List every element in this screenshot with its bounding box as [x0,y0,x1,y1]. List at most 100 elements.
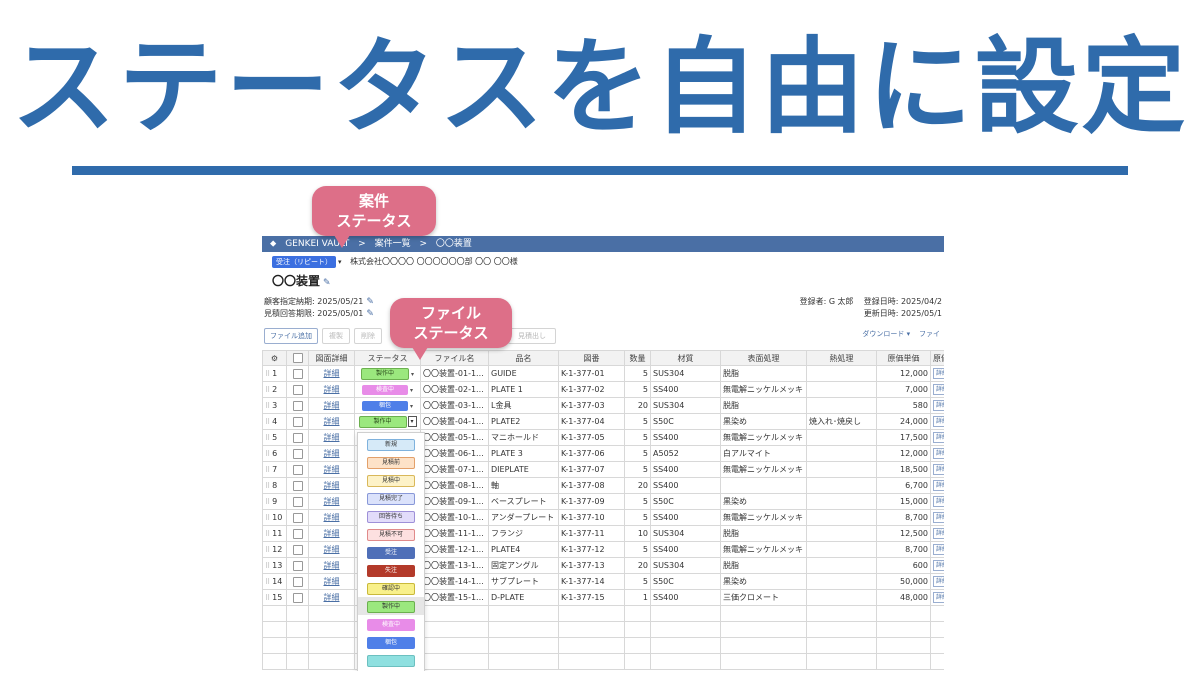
status-option[interactable]: 見積完了 [358,489,424,507]
row-checkbox[interactable] [286,365,309,382]
cost-detail-button[interactable]: 詳細 [933,560,944,571]
delete-button[interactable]: 削除 [354,328,382,344]
detail-link-text[interactable]: 詳細 [324,433,340,442]
row-number[interactable]: ⠿ 4 [262,413,287,430]
row-number[interactable]: ⠿ 1 [262,365,287,382]
cost-detail[interactable]: 詳細 [930,525,944,542]
breadcrumb-project-list[interactable]: 案件一覧 [375,239,411,249]
detail-link[interactable]: 詳細 [308,477,355,494]
status-cell[interactable]: 検査中 ▾ [354,381,421,398]
detail-link[interactable]: 詳細 [308,493,355,510]
detail-link[interactable]: 詳細 [308,365,355,382]
cost-detail-button[interactable]: 詳細 [933,544,944,555]
copy-button[interactable]: 複製 [322,328,350,344]
cost-detail-button[interactable]: 詳細 [933,464,944,475]
cost-detail-button[interactable]: 詳細 [933,576,944,587]
col-header[interactable]: ステータス [354,350,421,366]
row-checkbox[interactable] [286,445,309,462]
drag-handle-icon[interactable]: ⠿ [265,418,270,426]
row-number[interactable]: ⠿ 13 [262,557,287,574]
status-cell[interactable]: 梱包 ▾ [354,397,421,414]
drag-handle-icon[interactable]: ⠿ [265,546,270,554]
col-header[interactable]: 品名 [488,350,559,366]
status-option[interactable]: 見積前 [358,453,424,471]
detail-link-text[interactable]: 詳細 [324,545,340,554]
detail-link-text[interactable]: 詳細 [324,529,340,538]
drag-handle-icon[interactable]: ⠿ [265,450,270,458]
row-checkbox[interactable] [286,525,309,542]
chevron-down-icon[interactable]: ▾ [410,403,413,410]
detail-link-text[interactable]: 詳細 [324,481,340,490]
drag-handle-icon[interactable]: ⠿ [265,594,270,602]
row-number[interactable]: ⠿ 10 [262,509,287,526]
file-name[interactable]: 〇〇装置-01-1... [420,365,489,382]
col-header[interactable]: 表面処理 [720,350,807,366]
drag-handle-icon[interactable]: ⠿ [265,434,270,442]
row-checkbox[interactable] [286,477,309,494]
status-option[interactable]: 失注 [358,561,424,579]
row-checkbox[interactable] [286,493,309,510]
row-checkbox[interactable] [286,573,309,590]
chevron-down-icon[interactable]: ▾ [407,416,417,427]
download-menu[interactable]: ダウンロード ▾ [862,330,910,338]
file-name[interactable]: 〇〇装置-04-1... [420,413,489,430]
file-name[interactable]: 〇〇装置-10-1... [420,509,489,526]
table-row[interactable]: ⠿ 1 詳細 製作中 ▾ 〇〇装置-01-1... GUIDE K-1-377-01 5 SUS3… [262,365,944,382]
cost-detail[interactable]: 詳細 [930,365,944,382]
cost-detail-button[interactable]: 詳細 [933,448,944,459]
file-name[interactable]: 〇〇装置-05-1... [420,429,489,446]
row-number[interactable]: ⠿ 15 [262,589,287,606]
cost-detail[interactable]: 詳細 [930,413,944,430]
detail-link[interactable]: 詳細 [308,541,355,558]
detail-link[interactable]: 詳細 [308,445,355,462]
row-number[interactable]: ⠿ 12 [262,541,287,558]
file-name[interactable]: 〇〇装置-13-1... [420,557,489,574]
row-checkbox[interactable] [286,413,309,430]
detail-link-text[interactable]: 詳細 [324,417,340,426]
file-status-badge[interactable]: 製作中 [358,415,407,428]
cost-detail[interactable]: 詳細 [930,445,944,462]
detail-link-text[interactable]: 詳細 [324,369,340,378]
cost-detail-button[interactable]: 詳細 [933,512,944,523]
status-cell[interactable]: 製作中 ▾ [354,365,421,382]
detail-link[interactable]: 詳細 [308,525,355,542]
status-option[interactable]: 見積不可 [358,525,424,543]
cost-detail[interactable]: 詳細 [930,397,944,414]
file-menu[interactable]: ファイ [919,330,940,338]
detail-link[interactable]: 詳細 [308,509,355,526]
cost-detail[interactable]: 詳細 [930,493,944,510]
row-number[interactable]: ⠿ 2 [262,381,287,398]
edit-pencil-icon[interactable]: ✎ [323,278,331,288]
file-name[interactable]: 〇〇装置-15-1... [420,589,489,606]
settings-gear-icon[interactable]: ⚙ [262,350,287,366]
file-name[interactable]: 〇〇装置-14-1... [420,573,489,590]
col-header[interactable]: 材質 [650,350,721,366]
detail-link-text[interactable]: 詳細 [324,497,340,506]
status-option[interactable]: 検査中 [358,615,424,633]
row-number[interactable]: ⠿ 7 [262,461,287,478]
status-cell[interactable]: 製作中 ▾ [354,413,421,430]
cost-detail-button[interactable]: 詳細 [933,592,944,603]
cost-detail[interactable]: 詳細 [930,573,944,590]
row-number[interactable]: ⠿ 9 [262,493,287,510]
table-row[interactable]: ⠿ 2 詳細 検査中 ▾ 〇〇装置-02-1... PLATE 1 K-1-377-02 5 SS… [262,381,944,398]
status-option[interactable]: 製作中 [358,597,424,615]
drag-handle-icon[interactable]: ⠿ [265,530,270,538]
status-option[interactable]: 回答待ち [358,507,424,525]
drag-handle-icon[interactable]: ⠿ [265,370,270,378]
cost-detail-button[interactable]: 詳細 [933,496,944,507]
status-option[interactable]: 新規 [358,435,424,453]
detail-link[interactable]: 詳細 [308,557,355,574]
row-checkbox[interactable] [286,541,309,558]
row-number[interactable]: ⠿ 5 [262,429,287,446]
detail-link[interactable]: 詳細 [308,429,355,446]
drag-handle-icon[interactable]: ⠿ [265,514,270,522]
drag-handle-icon[interactable]: ⠿ [265,578,270,586]
cost-detail-button[interactable]: 詳細 [933,528,944,539]
drag-handle-icon[interactable]: ⠿ [265,402,270,410]
row-number[interactable]: ⠿ 3 [262,397,287,414]
col-header[interactable]: ファイル名 [420,350,489,366]
cost-detail-button[interactable]: 詳細 [933,416,944,427]
row-number[interactable]: ⠿ 14 [262,573,287,590]
col-header[interactable]: 数量 [624,350,651,366]
